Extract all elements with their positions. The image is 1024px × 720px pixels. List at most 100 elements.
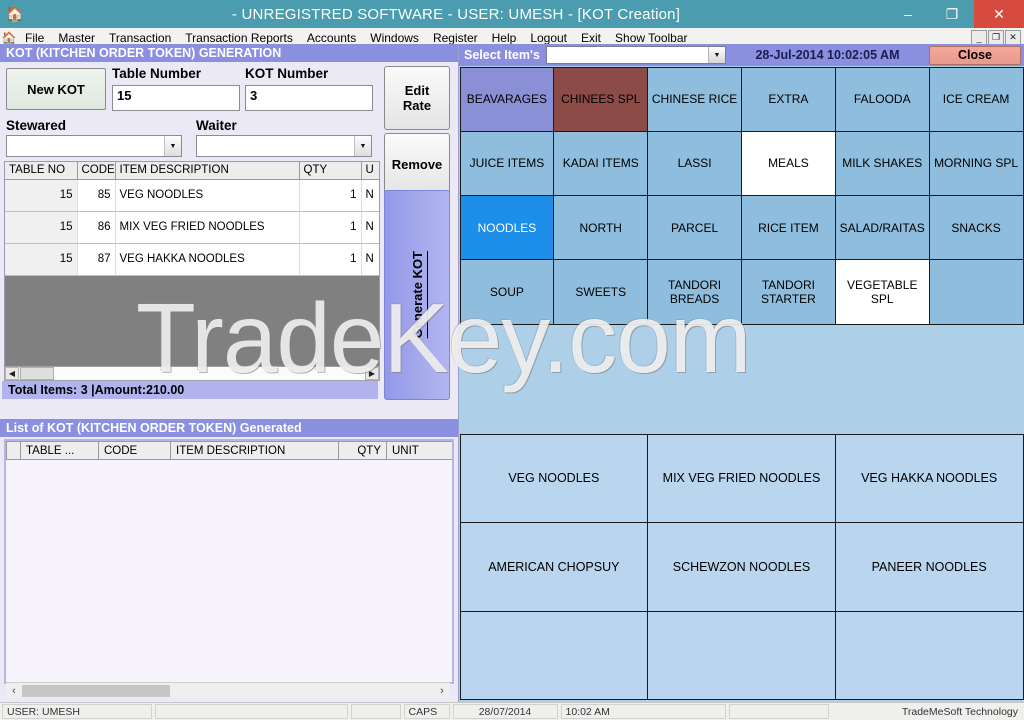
- table-header-row: TABLE ... CODE ITEM DESCRIPTION QTY UNIT: [7, 442, 455, 460]
- scrollbar-thumb[interactable]: [22, 685, 170, 697]
- category-button-sweets[interactable]: SWEETS: [553, 259, 648, 324]
- status-field-7: [729, 704, 829, 719]
- category-button-falooda[interactable]: FALOODA: [835, 67, 930, 132]
- column-header-item-description[interactable]: ITEM DESCRIPTION: [115, 162, 299, 179]
- new-kot-button[interactable]: New KOT: [6, 68, 106, 110]
- cell-qty: 1: [299, 243, 361, 275]
- minimize-icon[interactable]: –: [886, 0, 930, 28]
- item-button-empty: [647, 611, 836, 701]
- item-panel-blank-area: [460, 325, 1023, 433]
- select-items-dropdown[interactable]: ▼: [546, 46, 726, 64]
- generate-kot-button[interactable]: Generate KOT: [384, 190, 450, 400]
- remove-button[interactable]: Remove: [384, 133, 450, 196]
- stewared-label: Stewared: [6, 118, 66, 133]
- chevron-down-icon[interactable]: ▼: [708, 47, 725, 63]
- column-header-table-no[interactable]: TABLE NO: [5, 162, 77, 179]
- category-button-ice-cream[interactable]: ICE CREAM: [929, 67, 1024, 132]
- column-header-qty[interactable]: QTY: [339, 442, 387, 460]
- category-button-soup[interactable]: SOUP: [460, 259, 555, 324]
- category-button-chinese-rice[interactable]: CHINESE RICE: [647, 67, 742, 132]
- item-button-empty: [460, 611, 649, 701]
- column-header-item-description[interactable]: ITEM DESCRIPTION: [171, 442, 339, 460]
- generated-kot-list[interactable]: TABLE ... CODE ITEM DESCRIPTION QTY UNIT: [4, 439, 454, 684]
- item-button-paneer-noodles[interactable]: PANEER NOODLES: [835, 522, 1024, 612]
- item-button-schewzon-noodles[interactable]: SCHEWZON NOODLES: [647, 522, 836, 612]
- close-icon[interactable]: ✕: [974, 0, 1024, 28]
- waiter-value: [197, 136, 354, 156]
- waiter-dropdown[interactable]: ▼: [196, 135, 372, 157]
- category-button-extra[interactable]: EXTRA: [741, 67, 836, 132]
- category-button-kadai-items[interactable]: KADAI ITEMS: [553, 131, 648, 196]
- table-number-label: Table Number: [112, 66, 201, 81]
- scroll-right-icon[interactable]: ▶: [365, 367, 379, 380]
- mdi-close-icon[interactable]: ✕: [1005, 30, 1021, 45]
- kot-grid-horizontal-scrollbar[interactable]: ◀ ▶: [4, 366, 380, 381]
- mdi-minimize-icon[interactable]: _: [971, 30, 987, 45]
- item-button-veg-hakka-noodles[interactable]: VEG HAKKA NOODLES: [835, 434, 1024, 524]
- mdi-restore-icon[interactable]: ❐: [988, 30, 1004, 45]
- table-number-input[interactable]: 15: [112, 85, 240, 111]
- menu-app-icon: 🏠: [0, 31, 18, 45]
- chevron-down-icon[interactable]: ▼: [354, 136, 371, 156]
- item-button-veg-noodles[interactable]: VEG NOODLES: [460, 434, 649, 524]
- category-button-noodles[interactable]: NOODLES: [460, 195, 555, 260]
- chevron-down-icon[interactable]: ▼: [164, 136, 181, 156]
- mdi-window-controls: _ ❐ ✕: [971, 30, 1024, 45]
- kot-items-table: TABLE NO CODE ITEM DESCRIPTION QTY U 15 …: [5, 162, 380, 276]
- column-header-code[interactable]: CODE: [77, 162, 115, 179]
- scrollbar-thumb[interactable]: [20, 367, 54, 380]
- category-button-morning-spl[interactable]: MORNING SPL: [929, 131, 1024, 196]
- column-header-table[interactable]: TABLE ...: [21, 442, 99, 460]
- item-button-empty: [835, 611, 1024, 701]
- table-row[interactable]: 15 87 VEG HAKKA NOODLES 1 N: [5, 243, 380, 275]
- cell-qty: 1: [299, 211, 361, 243]
- column-header-code[interactable]: CODE: [99, 442, 171, 460]
- scroll-left-icon[interactable]: ‹: [6, 685, 22, 697]
- column-header-unit[interactable]: UNIT: [387, 442, 455, 460]
- status-time: 10:02 AM: [561, 704, 726, 719]
- category-button-tandori-breads[interactable]: TANDORI BREADS: [647, 259, 742, 324]
- table-row[interactable]: 15 85 VEG NOODLES 1 N: [5, 179, 380, 211]
- category-button-rice-item[interactable]: RICE ITEM: [741, 195, 836, 260]
- close-button[interactable]: Close: [929, 46, 1021, 65]
- item-button-grid: VEG NOODLES MIX VEG FRIED NOODLES VEG HA…: [460, 434, 1023, 700]
- status-company: TradeMeSoft Technology: [832, 704, 1023, 719]
- item-button-mix-veg-fried-noodles[interactable]: MIX VEG FRIED NOODLES: [647, 434, 836, 524]
- edit-rate-line-1: Edit: [405, 83, 430, 98]
- cell-qty: 1: [299, 179, 361, 211]
- category-button-meals[interactable]: MEALS: [741, 131, 836, 196]
- table-row[interactable]: 15 86 MIX VEG FRIED NOODLES 1 N: [5, 211, 380, 243]
- category-button-vegetable-spl[interactable]: VEGETABLE SPL: [835, 259, 930, 324]
- category-button-beavarages[interactable]: BEAVARAGES: [460, 67, 555, 132]
- kot-number-input[interactable]: 3: [245, 85, 373, 111]
- category-button-grid: BEAVARAGES CHINEES SPL CHINESE RICE EXTR…: [460, 67, 1023, 324]
- restore-icon[interactable]: ❐: [930, 0, 974, 28]
- category-button-juice-items[interactable]: JUICE ITEMS: [460, 131, 555, 196]
- category-button-chinees-spl[interactable]: CHINEES SPL: [553, 67, 648, 132]
- column-header-qty[interactable]: QTY: [299, 162, 361, 179]
- scrollbar-track[interactable]: [170, 685, 434, 697]
- scroll-right-icon[interactable]: ›: [434, 685, 450, 697]
- kot-form-area: New KOT Table Number 15 KOT Number 3 Ste…: [0, 62, 380, 162]
- category-button-tandori-starter[interactable]: TANDORI STARTER: [741, 259, 836, 324]
- application-window: 🏠 - UNREGISTRED SOFTWARE - USER: UMESH -…: [0, 0, 1024, 720]
- category-button-lassi[interactable]: LASSI: [647, 131, 742, 196]
- item-button-american-chopsuy[interactable]: AMERICAN CHOPSUY: [460, 522, 649, 612]
- scroll-left-icon[interactable]: ◀: [5, 367, 19, 380]
- generate-kot-label: Generate KOT: [410, 251, 425, 338]
- category-button-salad-raitas[interactable]: SALAD/RAITAS: [835, 195, 930, 260]
- category-button-parcel[interactable]: PARCEL: [647, 195, 742, 260]
- column-header-unit[interactable]: U: [361, 162, 380, 179]
- category-button-milk-shakes[interactable]: MILK SHAKES: [835, 131, 930, 196]
- edit-rate-button[interactable]: Edit Rate: [384, 66, 450, 130]
- cell-description: VEG HAKKA NOODLES: [115, 243, 299, 275]
- stewared-dropdown[interactable]: ▼: [6, 135, 182, 157]
- stewared-value: [7, 136, 164, 156]
- kot-items-grid[interactable]: TABLE NO CODE ITEM DESCRIPTION QTY U 15 …: [4, 161, 380, 370]
- column-header-select[interactable]: [7, 442, 21, 460]
- scrollbar-track[interactable]: [54, 367, 365, 380]
- category-button-snacks[interactable]: SNACKS: [929, 195, 1024, 260]
- kot-list-horizontal-scrollbar[interactable]: ‹ ›: [6, 682, 450, 698]
- waiter-label: Waiter: [196, 118, 237, 133]
- category-button-north[interactable]: NORTH: [553, 195, 648, 260]
